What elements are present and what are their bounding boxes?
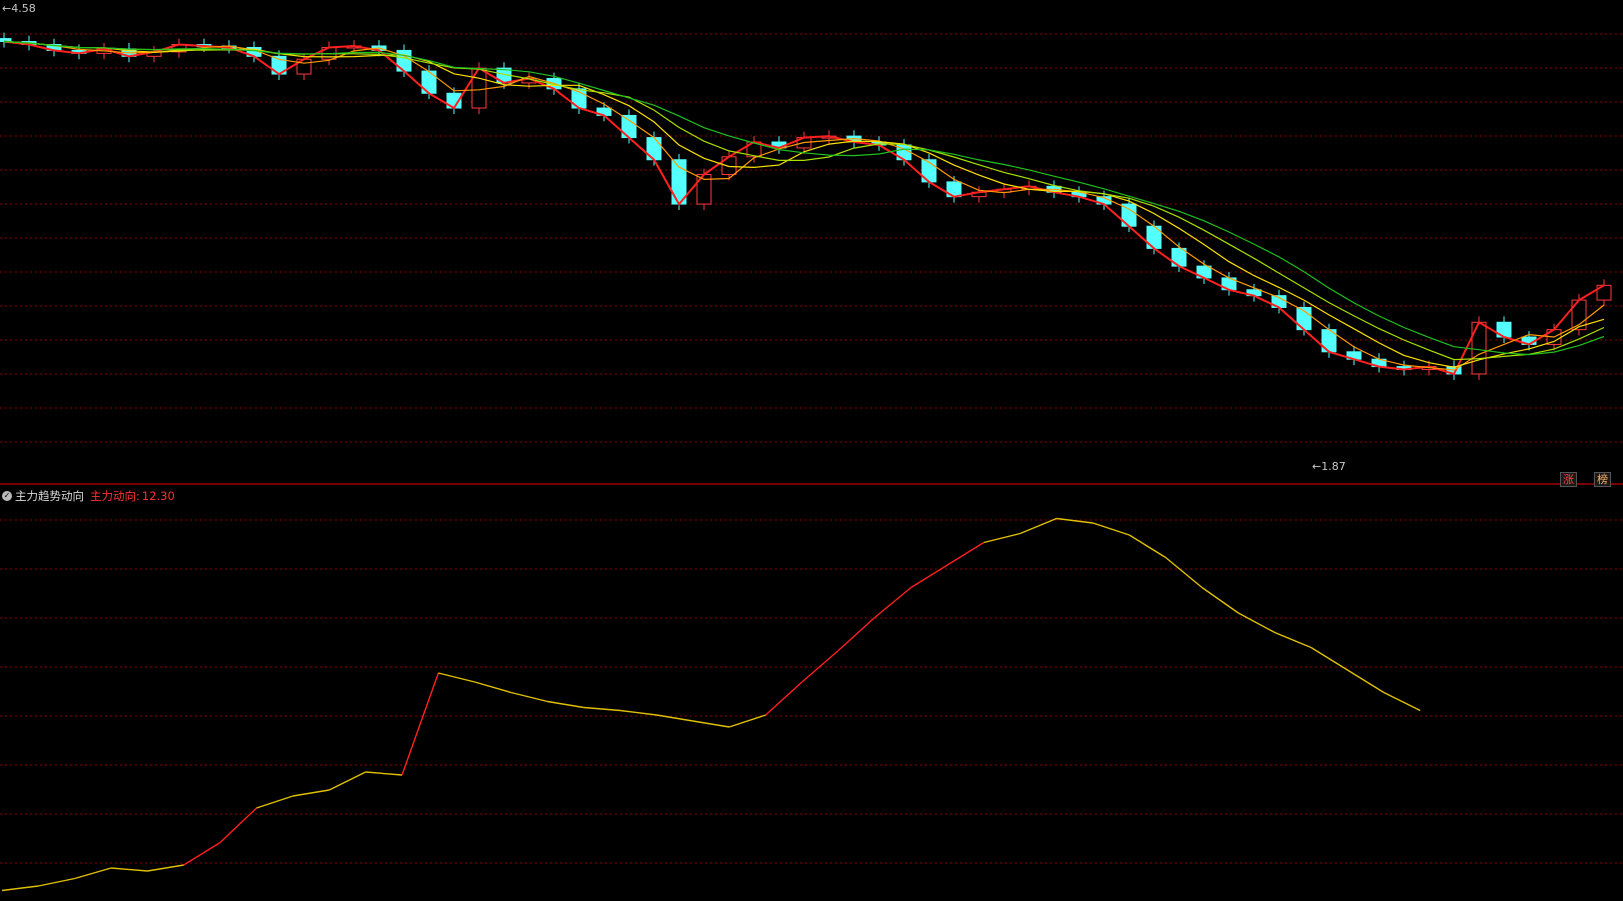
indicator-line-segment: [1092, 522, 1130, 536]
indicator-line-segment: [38, 877, 75, 887]
indicator-line-segment: [1383, 691, 1421, 712]
indicator-line-segment: [947, 541, 985, 566]
indicator-line-segment: [1347, 669, 1385, 694]
indicator-series-label: 主力动向:: [90, 489, 140, 503]
indicator-line-segment: [1019, 517, 1057, 535]
indicator-line-segment: [1165, 556, 1203, 589]
indicator-line-segment: [874, 586, 912, 619]
indicator-line-segment: [983, 532, 1021, 544]
indicator-line-segment: [910, 564, 948, 589]
indicator-line-segment: [1238, 612, 1276, 634]
indicator-line-segment: [1128, 534, 1167, 559]
indicator-line-segment: [547, 700, 584, 709]
indicator-line-segment: [692, 720, 730, 728]
indicator-header: ✓ 主力趋势动向 主力动向: 12.30: [0, 488, 175, 504]
rise-badge[interactable]: 涨: [1560, 472, 1577, 487]
indicator-line-segment: [219, 807, 258, 844]
indicator-line-segment: [510, 691, 548, 703]
indicator-line-segment: [474, 681, 512, 694]
indicator-line-segment: [729, 714, 766, 728]
indicator-name: 主力趋势动向: [15, 489, 84, 503]
indicator-line-segment: [183, 841, 221, 866]
moving-average-line: [3, 40, 1605, 376]
moving-average-line: [3, 40, 1605, 356]
indicator-value: 12.30: [141, 489, 175, 503]
candle-body: [1471, 321, 1487, 375]
moving-average-line: [3, 40, 1605, 368]
indicator-line-segment: [620, 709, 657, 716]
moving-average-line: [3, 40, 1605, 361]
indicator-line-segment: [147, 864, 184, 872]
indicator-line-segment: [765, 681, 803, 716]
indicator-line-segment: [1, 885, 39, 892]
indicator-line-segment: [328, 771, 366, 791]
indicator-line-segment: [1056, 517, 1093, 524]
ranking-badge[interactable]: 榜: [1594, 472, 1611, 487]
low-price-label: ←1.87: [1312, 460, 1346, 473]
indicator-line-segment: [438, 672, 475, 683]
indicator-line-segment: [74, 867, 112, 880]
indicator-line-segment: [365, 771, 403, 776]
indicator-line-segment: [801, 649, 839, 683]
indicator-line-segment: [256, 795, 294, 809]
indicator-line-segment: [292, 789, 330, 797]
indicator-line-segment: [401, 672, 440, 776]
indicator-line-segment: [111, 867, 148, 872]
stock-chart: [0, 32, 1623, 892]
indicator-line-segment: [656, 714, 694, 722]
indicator-menu-icon[interactable]: ✓: [2, 491, 12, 501]
indicator-line-segment: [583, 706, 621, 712]
indicator-line-segment: [1201, 586, 1239, 614]
indicator-line-segment: [837, 616, 876, 652]
indicator-line-segment: [1274, 631, 1312, 649]
high-price-label: ←4.58: [2, 2, 36, 15]
